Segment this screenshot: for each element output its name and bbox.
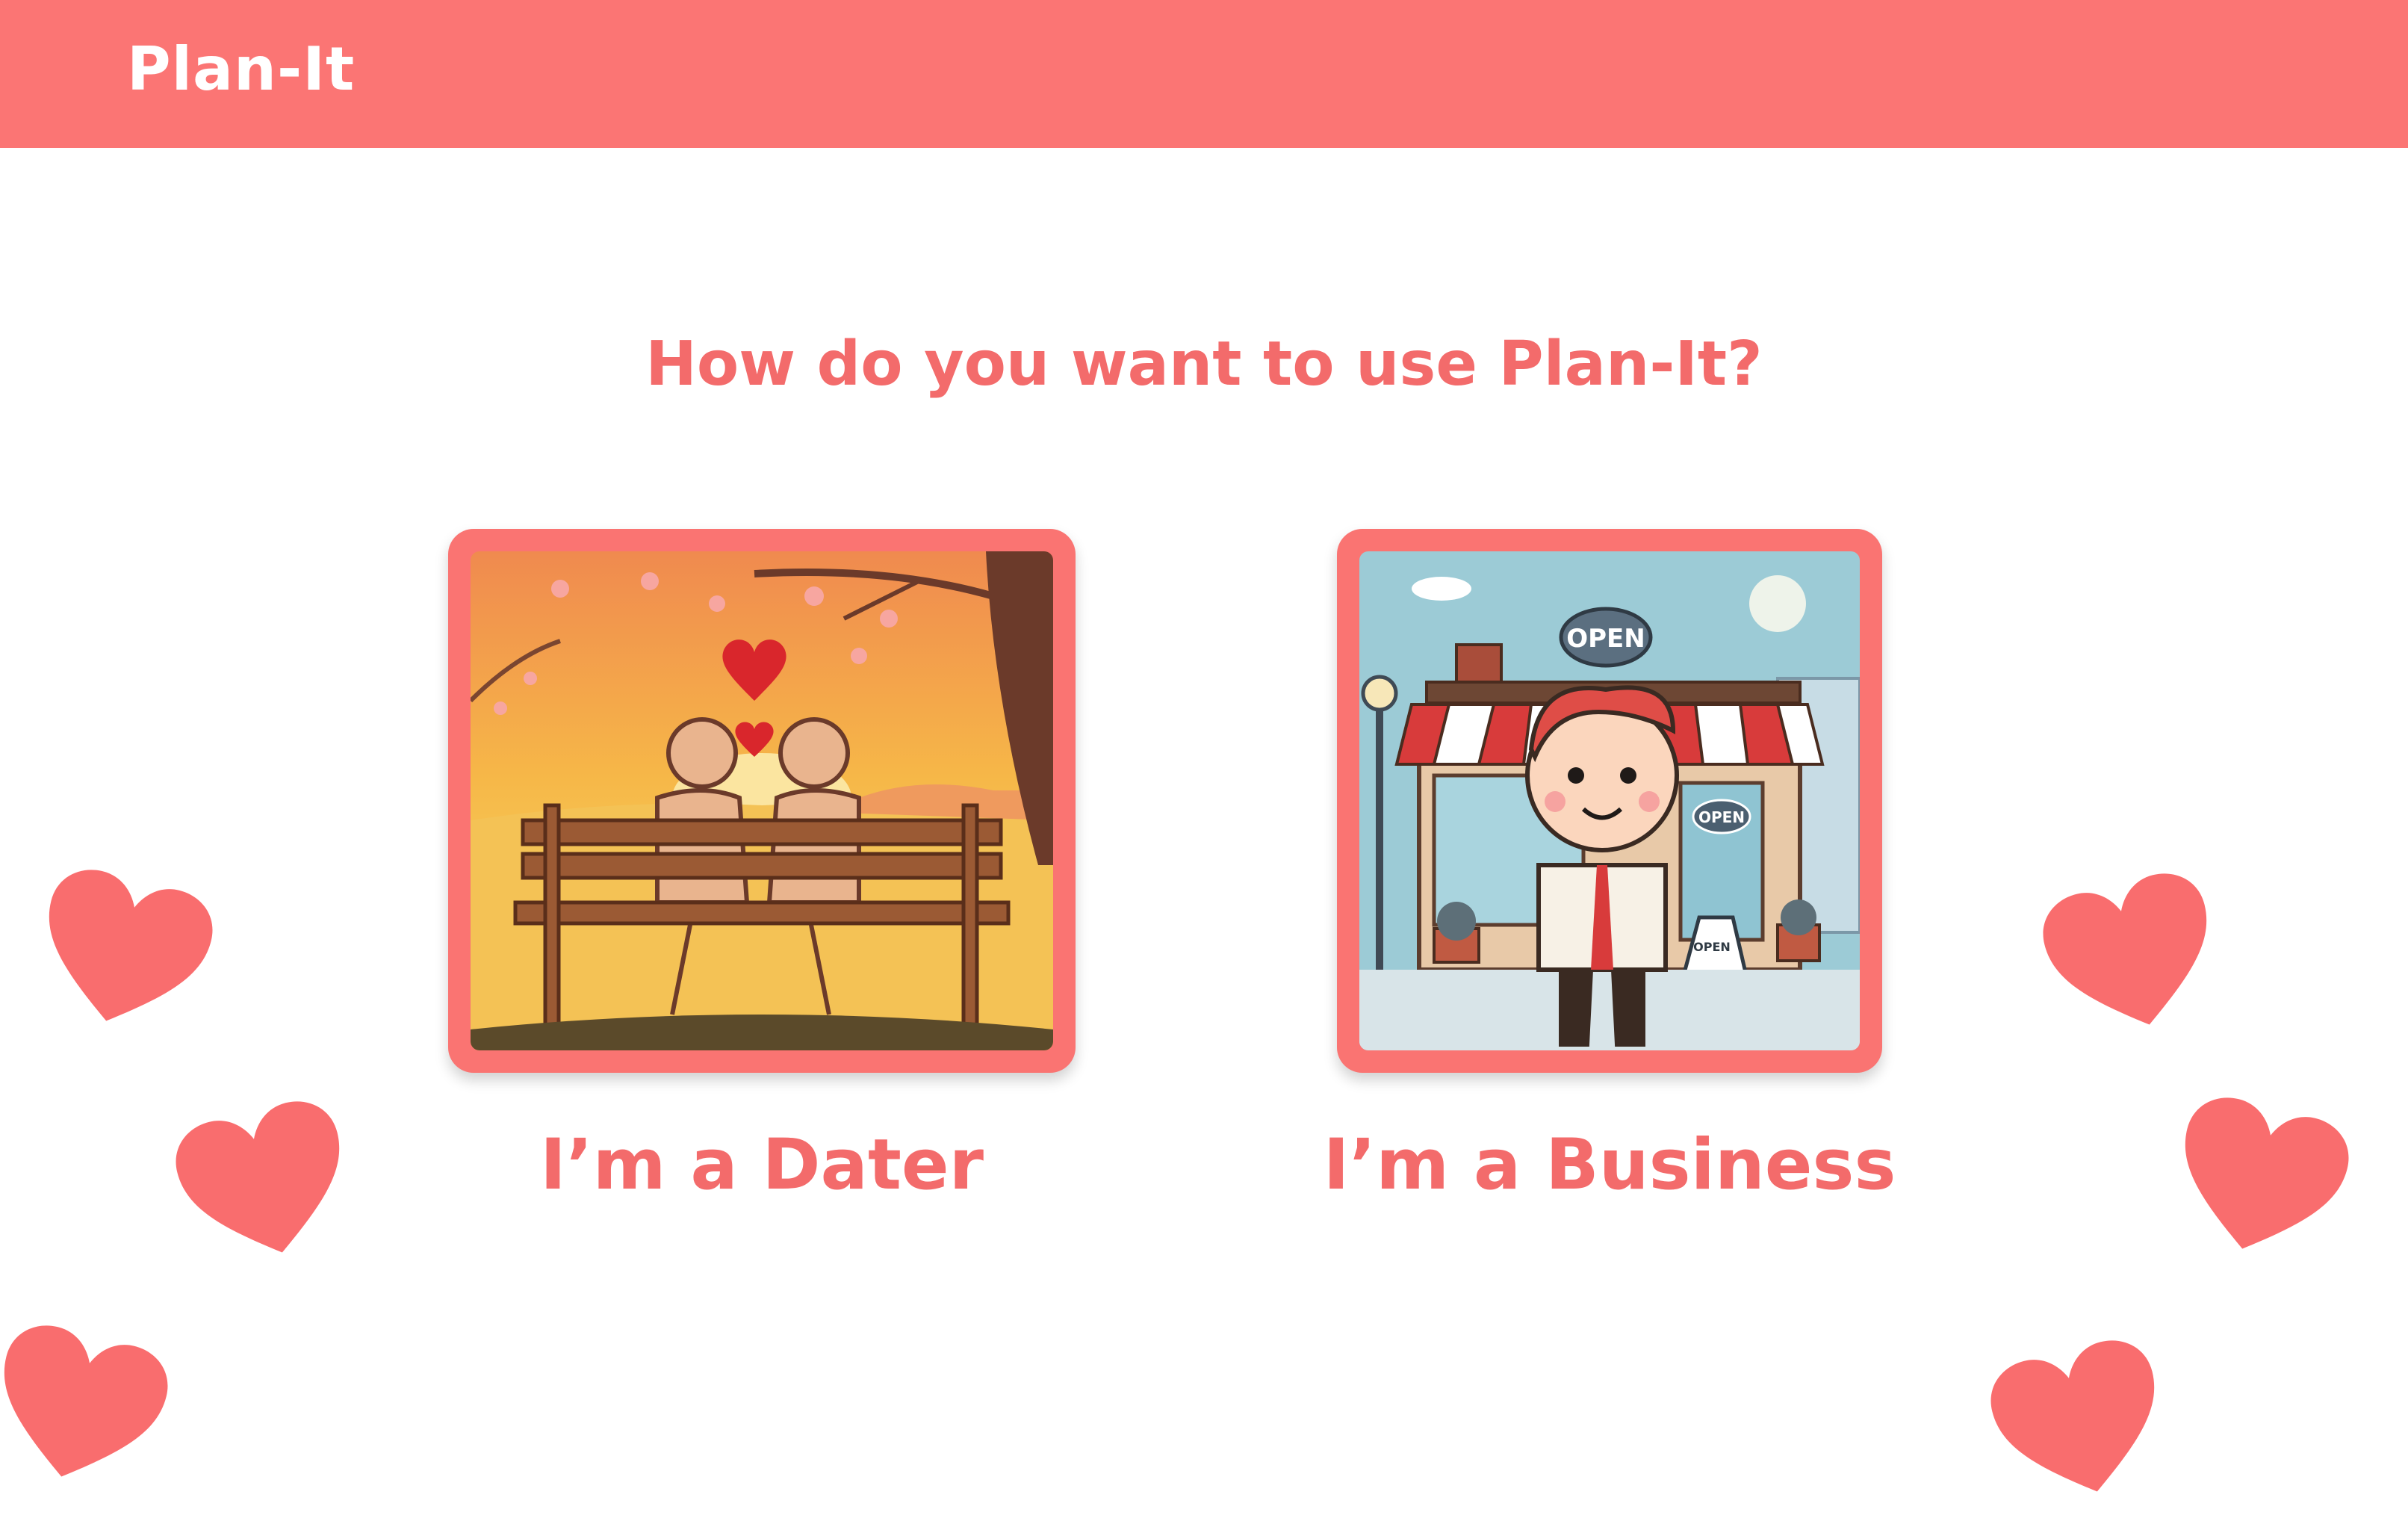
heart-icon (49, 870, 213, 1021)
heart-icon (176, 1101, 340, 1253)
couple-on-bench-illustration (471, 551, 1053, 1050)
open-sign-text: OPEN (1566, 624, 1645, 654)
door-sign-text: OPEN (1698, 808, 1745, 826)
heart-icon (4, 1325, 168, 1477)
heart-icon (2043, 873, 2207, 1025)
app-header: Plan-It (0, 0, 2408, 148)
board-sign-text: OPEN (1693, 940, 1731, 954)
page-title: How do you want to use Plan-It? (645, 329, 1763, 400)
shop-owner-storefront-illustration: OPEN OPEN OPEN (1359, 551, 1860, 1050)
business-option-card[interactable]: OPEN OPEN OPEN (1337, 529, 1882, 1073)
heart-icon (2185, 1097, 2349, 1249)
dater-option-label[interactable]: I’m a Dater (448, 1113, 1076, 1218)
dater-option-card[interactable] (448, 529, 1076, 1073)
app-logo[interactable]: Plan-It (127, 28, 355, 111)
business-option-label[interactable]: I’m a Business (1315, 1113, 1905, 1218)
heart-icon (1990, 1340, 2155, 1492)
